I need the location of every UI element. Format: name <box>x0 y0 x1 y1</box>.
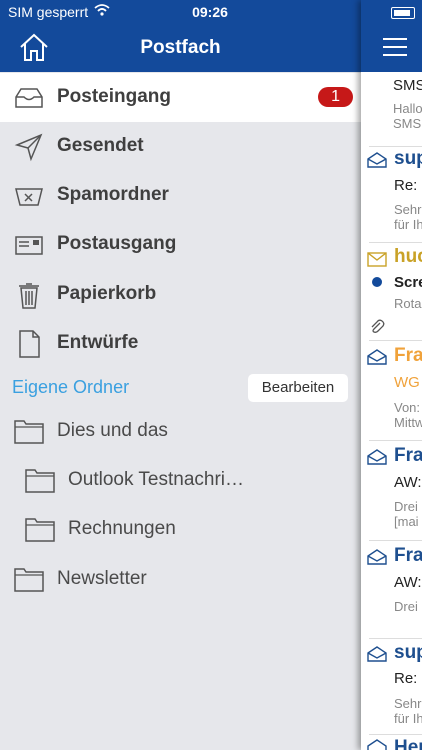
attachment-icon <box>371 319 385 333</box>
envelope-open-icon <box>367 449 387 465</box>
folder-label: Newsletter <box>57 568 147 589</box>
envelope-open-icon <box>367 349 387 365</box>
message-preview: Von: Mittw <box>394 400 422 430</box>
folder-label: Rechnungen <box>68 518 176 539</box>
folder-icon <box>14 420 44 444</box>
folder-label: Postausgang <box>57 233 177 254</box>
message-list-item[interactable]: Fra AW: Drei [mai <box>361 441 422 540</box>
folder-label: Dies und das <box>57 420 168 441</box>
message-list-item[interactable]: Fra AW: Drei <box>361 541 422 638</box>
envelope-icon <box>367 252 387 267</box>
spam-icon <box>15 188 43 206</box>
message-list-item[interactable]: Fra WG Von: Mittw <box>361 341 422 440</box>
menu-icon[interactable] <box>383 38 407 56</box>
message-list-item[interactable]: SMS Hallo SMS <box>361 72 422 146</box>
folder-icon <box>25 469 55 493</box>
message-sender: sup <box>394 642 422 663</box>
battery-icon <box>391 7 415 19</box>
message-subject: Re: <box>394 670 418 687</box>
message-preview: Drei <box>394 599 418 614</box>
message-sender: Her <box>394 737 422 750</box>
envelope-open-icon <box>367 152 387 168</box>
folder-spam[interactable]: Spamordner <box>0 171 361 220</box>
message-list-item[interactable]: sup Re: Sehr für Ih <box>361 639 422 734</box>
message-preview: Sehr für Ih <box>394 696 422 726</box>
message-subject: AW: <box>394 574 422 591</box>
folder-label: Posteingang <box>57 86 172 107</box>
message-sender: Fra <box>394 345 422 366</box>
trash-icon <box>19 283 39 309</box>
message-sender: huc <box>394 246 422 267</box>
status-time: 09:26 <box>192 4 228 20</box>
inbox-icon <box>15 88 43 108</box>
folder-sent[interactable]: Gesendet <box>0 122 361 171</box>
message-subject: Scre <box>394 274 422 291</box>
message-sender: Fra <box>394 545 422 566</box>
folder-outlook-testnachrichten[interactable]: Outlook Testnachri… <box>0 457 361 506</box>
message-preview: Hallo SMS <box>393 101 422 131</box>
page-title: Postfach <box>140 37 221 58</box>
message-subject: SMS <box>393 77 422 94</box>
message-list-header <box>361 0 422 72</box>
folder-newsletter[interactable]: Newsletter <box>0 556 361 605</box>
folder-icon <box>25 518 55 542</box>
folder-drafts[interactable]: Entwürfe <box>0 319 361 368</box>
message-subject: WG <box>394 374 420 391</box>
message-preview: Sehr für Ih <box>394 202 422 232</box>
message-list-item[interactable]: huc Scre Rota <box>361 243 422 340</box>
own-folders-heading: Eigene Ordner <box>12 377 130 397</box>
folder-inbox[interactable]: Posteingang 1 <box>0 73 361 122</box>
draft-document-icon <box>19 330 40 358</box>
message-list-item[interactable]: Her <box>361 735 422 750</box>
folder-label: Entwürfe <box>57 332 139 353</box>
sidebar-header: SIM gesperrt 09:26 Postfach <box>0 0 361 72</box>
envelope-open-icon <box>367 739 387 750</box>
paper-plane-icon <box>14 133 43 162</box>
message-preview: Drei [mai <box>394 499 419 529</box>
message-sender: Fra <box>394 445 422 466</box>
outbox-icon <box>15 236 43 255</box>
message-subject: Re: <box>394 177 418 194</box>
unread-dot-icon <box>372 277 382 287</box>
message-list-panel[interactable]: SMS Hallo SMS sup Re: Sehr für Ih huc Sc… <box>361 0 422 750</box>
folder-icon <box>14 568 44 592</box>
edit-folders-button[interactable]: Bearbeiten <box>248 374 348 402</box>
folder-rechnungen[interactable]: Rechnungen <box>0 506 361 555</box>
status-bar: SIM gesperrt 09:26 <box>0 0 361 24</box>
folder-outbox[interactable]: Postausgang <box>0 220 361 269</box>
message-subject: AW: <box>394 474 422 491</box>
folder-label: Spamordner <box>57 184 169 205</box>
folder-dies-und-das[interactable]: Dies und das <box>0 408 361 457</box>
folder-label: Outlook Testnachri… <box>68 469 245 490</box>
folder-label: Gesendet <box>57 135 144 156</box>
envelope-open-icon <box>367 646 387 662</box>
message-sender: sup <box>394 148 422 169</box>
message-list-item[interactable]: sup Re: Sehr für Ih <box>361 147 422 242</box>
envelope-open-icon <box>367 549 387 565</box>
folder-label: Papierkorb <box>57 283 157 304</box>
unread-badge: 1 <box>318 87 353 107</box>
folder-trash[interactable]: Papierkorb <box>0 270 361 319</box>
sidebar: SIM gesperrt 09:26 Postfach Posteingang … <box>0 0 361 750</box>
message-preview: Rota <box>394 296 422 311</box>
